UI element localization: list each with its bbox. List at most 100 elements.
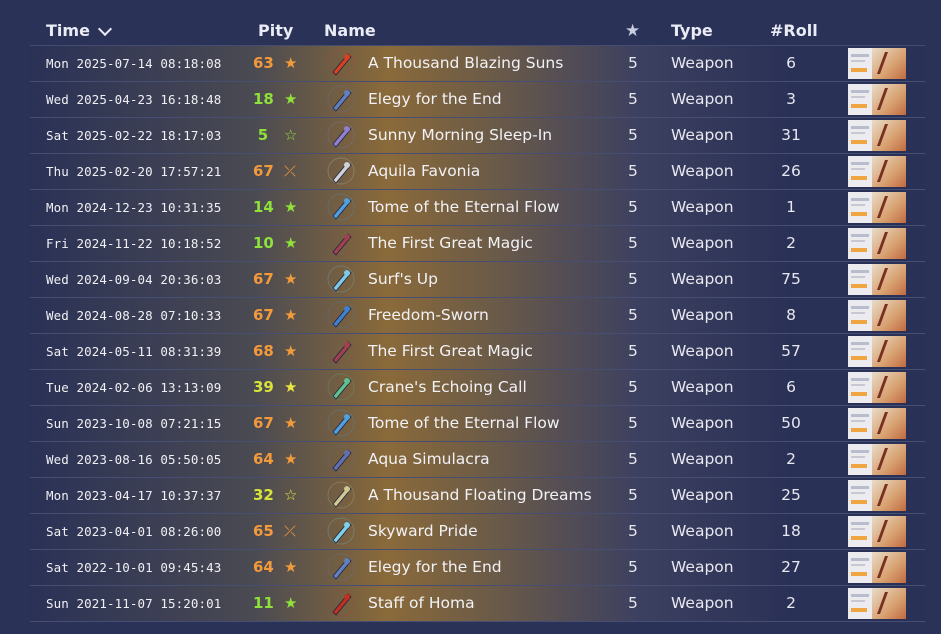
star-filled-icon: ★ <box>284 234 298 252</box>
wish-screenshot-thumbnail[interactable] <box>848 336 906 367</box>
pity-count: 32 <box>253 486 274 504</box>
pity-count: 67 <box>253 162 274 180</box>
rarity-star-icon[interactable]: ★ <box>625 20 640 42</box>
pity-count: 63 <box>253 54 274 72</box>
wish-screenshot-thumbnail[interactable] <box>848 120 906 151</box>
table-row[interactable]: Thu 2025-02-20 17:57:21 67 ⤫ Aquila Favo… <box>30 154 925 190</box>
sort-by-time-header[interactable]: Time <box>46 20 112 42</box>
table-row[interactable]: Fri 2024-11-22 10:18:52 10 ★ The First G… <box>30 226 925 262</box>
pull-time: Sat 2022-10-01 09:45:43 <box>46 560 222 575</box>
item-name[interactable]: Staff of Homa <box>368 586 475 621</box>
table-row[interactable]: Sat 2023-04-01 08:26:00 65 ⤫ Skyward Pri… <box>30 514 925 550</box>
wish-screenshot-thumbnail[interactable] <box>848 372 906 403</box>
wish-screenshot-thumbnail[interactable] <box>848 228 906 259</box>
table-row[interactable]: Sat 2024-05-11 08:31:39 68 ★ The First G… <box>30 334 925 370</box>
lost-fifty-fifty-icon: ⤫ <box>284 522 297 540</box>
item-rarity: 5 <box>628 594 638 612</box>
item-rarity: 5 <box>628 198 638 216</box>
polearm-icon <box>326 588 356 618</box>
table-row[interactable]: Wed 2023-08-16 05:50:05 64 ★ Aqua Simula… <box>30 442 925 478</box>
table-row[interactable]: Mon 2025-07-14 08:18:08 63 ★ A Thousand … <box>30 46 925 82</box>
wish-screenshot-thumbnail[interactable] <box>848 552 906 583</box>
item-name[interactable]: Crane's Echoing Call <box>368 370 527 405</box>
wish-screenshot-thumbnail[interactable] <box>848 264 906 295</box>
wish-screenshot-thumbnail[interactable] <box>848 444 906 475</box>
sword-icon <box>326 300 356 330</box>
roll-header[interactable]: #Roll <box>770 20 818 42</box>
pull-time: Sun 2021-11-07 15:20:01 <box>46 596 222 611</box>
item-name[interactable]: Skyward Pride <box>368 514 478 549</box>
wish-screenshot-thumbnail[interactable] <box>848 84 906 115</box>
star-filled-icon: ★ <box>284 270 298 288</box>
pull-time: Mon 2025-07-14 08:18:08 <box>46 56 222 71</box>
item-rarity: 5 <box>628 54 638 72</box>
wish-screenshot-thumbnail[interactable] <box>848 408 906 439</box>
table-row[interactable]: Wed 2025-04-23 16:18:48 18 ★ Elegy for t… <box>30 82 925 118</box>
star-filled-icon: ★ <box>284 558 298 576</box>
item-type: Weapon <box>671 594 734 612</box>
item-name[interactable]: Elegy for the End <box>368 82 502 117</box>
sword-icon <box>326 156 356 186</box>
wish-screenshot-thumbnail[interactable] <box>848 588 906 619</box>
time-header-label: Time <box>46 21 90 40</box>
wish-screenshot-thumbnail[interactable] <box>848 300 906 331</box>
wish-screenshot-thumbnail[interactable] <box>848 48 906 79</box>
item-type: Weapon <box>671 306 734 324</box>
pull-time: Sat 2025-02-22 18:17:03 <box>46 128 222 143</box>
item-name[interactable]: Elegy for the End <box>368 550 502 585</box>
pity-count: 10 <box>253 234 274 252</box>
star-outline-icon: ☆ <box>284 126 298 144</box>
name-header[interactable]: Name <box>324 20 376 42</box>
item-name[interactable]: A Thousand Blazing Suns <box>368 46 563 81</box>
wish-screenshot-thumbnail[interactable] <box>848 516 906 547</box>
pity-count: 5 <box>257 126 269 144</box>
item-name[interactable]: The First Great Magic <box>368 334 533 369</box>
roll-number: 3 <box>786 90 796 108</box>
item-type: Weapon <box>671 198 734 216</box>
roll-number: 27 <box>781 558 801 576</box>
roll-number: 75 <box>781 270 801 288</box>
roll-number: 8 <box>786 306 796 324</box>
table-row[interactable]: Tue 2024-02-06 13:13:09 39 ★ Crane's Ech… <box>30 370 925 406</box>
item-name[interactable]: Tome of the Eternal Flow <box>368 190 560 225</box>
table-row[interactable]: Sun 2021-11-07 15:20:01 11 ★ Staff of Ho… <box>30 586 925 622</box>
item-type: Weapon <box>671 126 734 144</box>
roll-number: 25 <box>781 486 801 504</box>
roll-number: 57 <box>781 342 801 360</box>
pity-count: 67 <box>253 270 274 288</box>
item-name[interactable]: Sunny Morning Sleep-In <box>368 118 552 153</box>
wish-screenshot-thumbnail[interactable] <box>848 192 906 223</box>
item-rarity: 5 <box>628 342 638 360</box>
table-row[interactable]: Sat 2025-02-22 18:17:03 5 ☆ Sunny Mornin… <box>30 118 925 154</box>
wish-screenshot-thumbnail[interactable] <box>848 156 906 187</box>
pity-count: 11 <box>253 594 274 612</box>
pull-time: Mon 2024-12-23 10:31:35 <box>46 200 222 215</box>
table-row[interactable]: Sun 2023-10-08 07:21:15 67 ★ Tome of the… <box>30 406 925 442</box>
wish-screenshot-thumbnail[interactable] <box>848 480 906 511</box>
pity-count: 67 <box>253 306 274 324</box>
item-name[interactable]: A Thousand Floating Dreams <box>368 478 592 513</box>
table-row[interactable]: Wed 2024-09-04 20:36:03 67 ★ Surf's Up 5… <box>30 262 925 298</box>
item-name[interactable]: Surf's Up <box>368 262 438 297</box>
wish-history-table: Time Pity Name ★ Type #Roll Mon 2025-07-… <box>30 0 925 634</box>
item-rarity: 5 <box>628 306 638 324</box>
star-filled-icon: ★ <box>284 306 298 324</box>
item-name[interactable]: The First Great Magic <box>368 226 533 261</box>
item-rarity: 5 <box>628 558 638 576</box>
table-row[interactable]: Mon 2024-12-23 10:31:35 14 ★ Tome of the… <box>30 190 925 226</box>
pull-time: Sat 2024-05-11 08:31:39 <box>46 344 222 359</box>
pity-header[interactable]: Pity <box>258 20 293 42</box>
item-name[interactable]: Freedom-Sworn <box>368 298 489 333</box>
table-row[interactable]: Mon 2023-04-17 10:37:37 32 ☆ A Thousand … <box>30 478 925 514</box>
table-row[interactable]: Wed 2024-08-28 07:10:33 67 ★ Freedom-Swo… <box>30 298 925 334</box>
item-name[interactable]: Aquila Favonia <box>368 154 480 189</box>
item-name[interactable]: Aqua Simulacra <box>368 442 490 477</box>
table-row[interactable]: Sat 2022-10-01 09:45:43 64 ★ Elegy for t… <box>30 550 925 586</box>
pull-time: Wed 2025-04-23 16:18:48 <box>46 92 222 107</box>
type-header[interactable]: Type <box>671 20 713 42</box>
pity-count: 14 <box>253 198 274 216</box>
item-name[interactable]: Tome of the Eternal Flow <box>368 406 560 441</box>
pull-time: Mon 2023-04-17 10:37:37 <box>46 488 222 503</box>
item-rarity: 5 <box>628 522 638 540</box>
item-type: Weapon <box>671 522 734 540</box>
